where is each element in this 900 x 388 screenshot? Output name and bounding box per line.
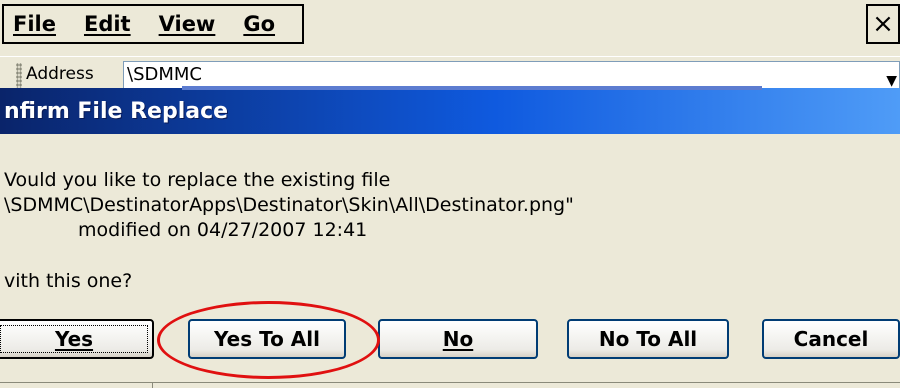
address-input[interactable]: \SDMMC ▼ [123,61,900,89]
focus-rectangle [0,325,148,353]
dialog-title-bar[interactable]: nfirm File Replace [0,88,900,134]
yes-to-all-button[interactable]: Yes To All [188,319,346,359]
menu-edit[interactable]: Edit [84,12,131,36]
cancel-button[interactable]: Cancel [762,319,900,359]
cancel-button-label: Cancel [793,327,869,351]
message-modified-date: modified on 04/27/2007 12:41 [78,219,368,241]
menu-bar: File Edit View Go × [0,0,900,54]
menu-go[interactable]: Go [243,12,275,36]
confirm-file-replace-dialog: nfirm File Replace Vould you like to rep… [0,86,900,388]
no-to-all-button-label: No To All [598,327,698,351]
message-file-path: \SDMMC\DestinatorApps\Destinator\Skin\Al… [4,194,574,216]
menu-strip: File Edit View Go [2,4,304,44]
title-bar-overlap [182,86,762,90]
address-label: Address [26,64,94,84]
no-button[interactable]: No [378,319,538,359]
dialog-bottom-edge [0,382,900,388]
menu-file[interactable]: File [13,12,56,36]
message-line-4: vith this one? [4,270,133,292]
yes-button[interactable]: Yes [0,319,154,359]
message-line-1: Vould you like to replace the existing f… [4,169,391,191]
menu-view[interactable]: View [159,12,216,36]
close-button[interactable]: × [866,4,900,44]
yes-to-all-button-label: Yes To All [214,327,320,351]
close-icon: × [872,9,894,39]
bottom-divider [152,383,153,388]
toolbar-grip-icon[interactable] [16,63,22,89]
chevron-down-icon[interactable]: ▼ [886,68,897,88]
no-to-all-button[interactable]: No To All [567,319,729,359]
address-value: \SDMMC [127,64,202,85]
no-button-label: No [442,327,474,351]
dialog-title: nfirm File Replace [4,98,229,124]
